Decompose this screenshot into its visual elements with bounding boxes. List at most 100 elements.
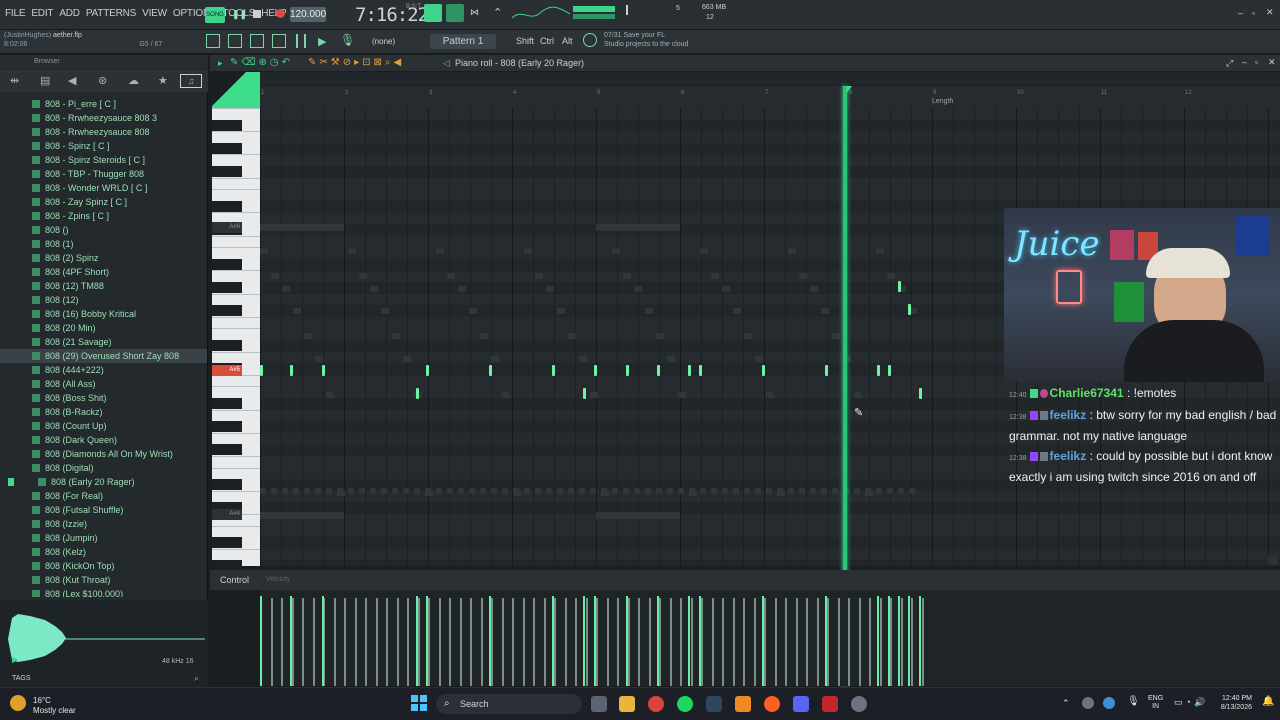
black-key[interactable] xyxy=(212,398,242,409)
velocity-bar[interactable] xyxy=(344,598,346,686)
browser-item[interactable]: 808 (Dark Queen) xyxy=(32,433,117,447)
note[interactable] xyxy=(688,365,691,376)
pause-icon[interactable]: ❚❚ xyxy=(232,9,247,19)
velocity-bar[interactable] xyxy=(596,598,598,686)
black-key[interactable] xyxy=(212,119,242,131)
note[interactable] xyxy=(825,365,828,376)
view-playlist-icon[interactable] xyxy=(206,34,220,48)
velocity-bar[interactable] xyxy=(428,598,430,686)
piano-roll-close-icon[interactable]: ✕ xyxy=(1268,57,1276,68)
taskbar-search[interactable]: ⌕ Search xyxy=(436,694,582,714)
view-browser-icon[interactable] xyxy=(296,34,306,48)
piano-roll-prev-icon[interactable]: ◁ xyxy=(443,58,450,69)
velocity-bar[interactable] xyxy=(900,598,903,686)
velocity-bar[interactable] xyxy=(795,598,798,686)
velocity-bar[interactable] xyxy=(825,596,827,686)
velocity-bar[interactable] xyxy=(816,598,819,686)
length-marker[interactable]: Length xyxy=(932,98,953,105)
piano-roll-scrollbar[interactable] xyxy=(1268,555,1278,565)
piano-roll-draw-tools[interactable]: ✎✂⚒⊘▸⊡⊠⌕◀ xyxy=(308,57,404,68)
browser-item[interactable]: 808 (12) TM88 xyxy=(32,279,104,293)
velocity-bar[interactable] xyxy=(281,598,283,686)
tray-app-icon[interactable] xyxy=(1082,697,1094,709)
browser-item[interactable]: 808 (1) xyxy=(32,237,74,251)
note[interactable] xyxy=(489,365,492,376)
velocity-bar[interactable] xyxy=(322,596,324,686)
settings-icon[interactable] xyxy=(851,696,867,712)
tags-search-icon[interactable]: ⌕ xyxy=(194,673,199,684)
weather-widget[interactable]: 16°C Mostly clear xyxy=(33,696,76,716)
view-plugin-picker-icon[interactable]: ▶ xyxy=(318,35,326,48)
browser-star-icon[interactable]: ★ xyxy=(158,74,168,87)
browser-item[interactable]: 808 (For Real) xyxy=(32,489,103,503)
piano-roll-maximize-icon[interactable]: ▫ xyxy=(1255,57,1258,67)
menu-add[interactable]: ADD xyxy=(58,8,81,19)
velocity-bar[interactable] xyxy=(848,598,850,686)
browser-item[interactable]: 808 - Rrwheezysauce 808 xyxy=(32,125,150,139)
note[interactable] xyxy=(919,388,922,399)
velocity-bar[interactable] xyxy=(879,598,882,686)
velocity-bar[interactable] xyxy=(701,598,703,686)
news-icon[interactable] xyxy=(583,33,597,47)
velocity-bar[interactable] xyxy=(837,598,840,686)
browser-item[interactable]: 808 (Digital) xyxy=(32,461,94,475)
step-edit-icon[interactable] xyxy=(446,4,464,22)
tempo-display[interactable]: 120.000 xyxy=(290,7,326,22)
velocity-bar[interactable] xyxy=(512,598,514,686)
velocity-bar[interactable] xyxy=(911,598,913,686)
note[interactable] xyxy=(877,365,880,376)
menu-view[interactable]: VIEW xyxy=(141,8,168,19)
browser-item[interactable]: 808 - Zpins [ C ] xyxy=(32,209,109,223)
velocity-bar[interactable] xyxy=(449,598,451,686)
velocity-bar[interactable] xyxy=(690,598,693,686)
velocity-bar[interactable] xyxy=(732,598,735,686)
note[interactable] xyxy=(583,388,586,399)
notification-icon[interactable]: 🔔 xyxy=(1262,696,1274,707)
minimize-icon[interactable]: – xyxy=(1238,8,1243,18)
velocity-bar[interactable] xyxy=(386,598,388,686)
note[interactable] xyxy=(426,365,429,376)
browser-item[interactable]: 808 () xyxy=(32,223,69,237)
black-key[interactable] xyxy=(212,421,242,433)
time-ruler[interactable] xyxy=(260,86,1280,108)
black-key[interactable] xyxy=(212,200,242,212)
velocity-bar[interactable] xyxy=(302,598,304,686)
browser-collapse-icon[interactable]: ⇹ xyxy=(10,74,19,87)
velocity-bar[interactable] xyxy=(583,596,585,686)
fl-studio-icon[interactable] xyxy=(735,696,751,712)
maximize-icon[interactable]: ▫ xyxy=(1252,8,1255,18)
velocity-bar[interactable] xyxy=(522,598,525,686)
browser-item[interactable]: 808 - Spinz Steroids [ C ] xyxy=(32,153,145,167)
browser-item[interactable]: 808 - Pi_erre [ C ] xyxy=(32,97,116,111)
browser-item[interactable]: 808 (12) xyxy=(32,293,79,307)
browser-item[interactable]: 808 - TBP - Thugger 808 xyxy=(32,167,144,181)
velocity-bar[interactable] xyxy=(806,598,808,686)
stop-button[interactable] xyxy=(253,10,261,18)
metronome-icon[interactable]: ⋈ xyxy=(470,7,479,18)
piano-roll-menu-icon[interactable]: ▸ xyxy=(218,58,223,69)
velocity-bar[interactable] xyxy=(688,596,690,686)
browser-item[interactable]: 808 (Jumpin) xyxy=(32,531,98,545)
velocity-bar[interactable] xyxy=(290,596,292,686)
velocity-bar[interactable] xyxy=(575,598,577,686)
browser-item[interactable]: 808 (21 Savage) xyxy=(32,335,112,349)
velocity-bar[interactable] xyxy=(396,598,399,686)
black-key[interactable] xyxy=(212,305,242,317)
note[interactable] xyxy=(657,365,660,376)
velocity-bar[interactable] xyxy=(764,598,766,686)
piano-keyboard[interactable] xyxy=(212,108,260,566)
velocity-bar[interactable] xyxy=(722,598,724,686)
browser-plugin-icon[interactable]: ⊛ xyxy=(98,74,107,87)
velocity-bar[interactable] xyxy=(626,596,628,686)
piano-roll-minimize-icon[interactable]: – xyxy=(1242,57,1247,67)
loop-record-icon[interactable]: ⌃ xyxy=(493,6,502,19)
browser-back-icon[interactable]: ◀ xyxy=(68,74,76,87)
velocity-bar[interactable] xyxy=(617,598,619,686)
velocity-bar[interactable] xyxy=(501,598,504,686)
view-piano-roll-icon[interactable] xyxy=(228,34,242,48)
menu-edit[interactable]: EDIT xyxy=(30,8,54,19)
velocity-bar[interactable] xyxy=(680,598,682,686)
velocity-bar[interactable] xyxy=(554,598,556,686)
velocity-bar[interactable] xyxy=(869,598,871,686)
note[interactable] xyxy=(699,365,702,376)
